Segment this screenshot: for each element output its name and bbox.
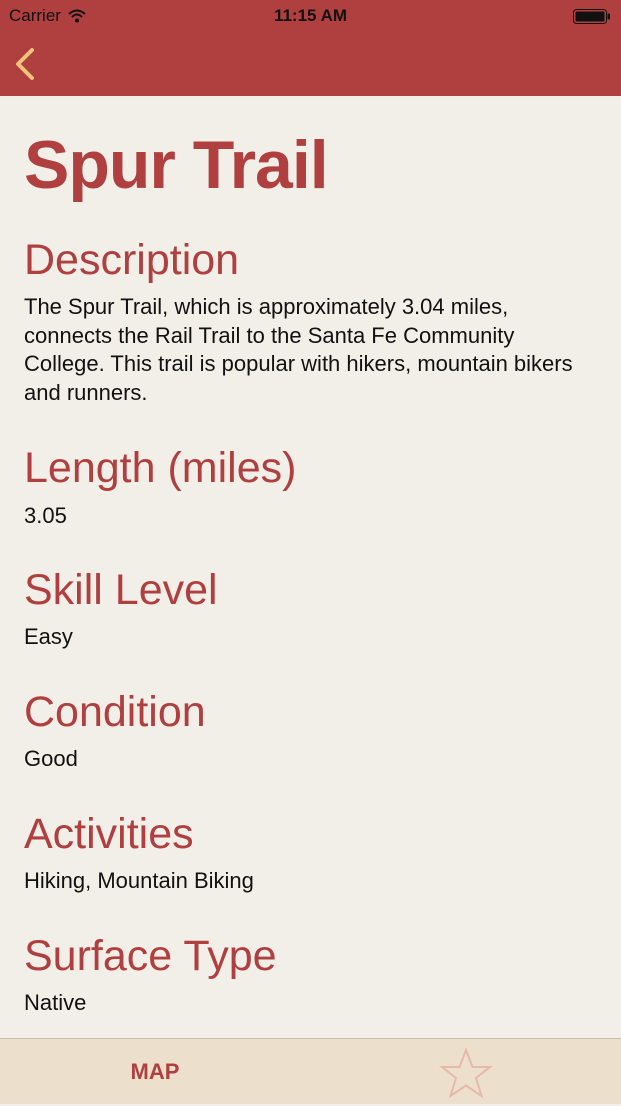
surface-type-heading: Surface Type (24, 932, 277, 980)
activities-value: Hiking, Mountain Biking (24, 868, 254, 893)
status-time: 11:15 AM (273, 6, 348, 25)
skill-level-heading: Skill Level (24, 566, 218, 614)
map-tab-button[interactable]: MAP (95, 1059, 215, 1085)
page-title: Spur Trail (24, 127, 329, 203)
length-value: 3.05 (24, 503, 67, 528)
star-outline-icon (439, 1047, 493, 1099)
activities-heading: Activities (24, 810, 194, 858)
status-bar: Carrier 11:15 AM (0, 0, 621, 32)
navigation-bar (0, 32, 621, 96)
condition-value: Good (24, 746, 78, 771)
skill-level-value: Easy (24, 624, 73, 649)
back-button[interactable] (10, 44, 44, 84)
surface-type-value: Native (24, 990, 87, 1015)
battery-icon (573, 9, 610, 24)
chevron-left-icon (16, 48, 34, 80)
tab-bar: MAP (0, 1038, 621, 1104)
length-heading: Length (miles) (24, 444, 297, 492)
description-heading: Description (24, 236, 240, 284)
condition-heading: Condition (24, 688, 206, 736)
description-text: The Spur Trail, which is approximately 3… (24, 294, 573, 405)
favorite-button[interactable] (438, 1047, 494, 1101)
